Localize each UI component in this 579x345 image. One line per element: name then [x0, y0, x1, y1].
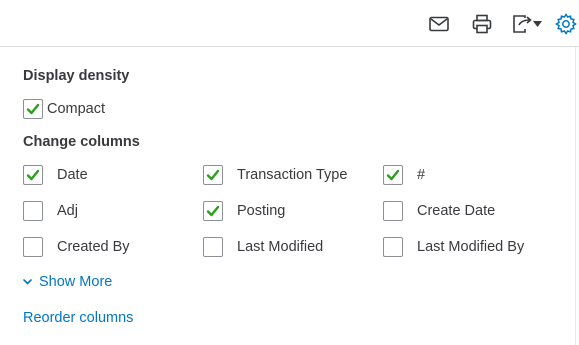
show-more-label: Show More — [39, 274, 113, 290]
column-option-created-by[interactable]: Created By — [23, 235, 130, 259]
show-more-link[interactable]: Show More — [23, 274, 112, 290]
compact-label: Compact — [47, 101, 106, 117]
date-checkbox[interactable] — [23, 165, 43, 185]
created-by-checkbox[interactable] — [23, 237, 43, 257]
create-date-label: Create Date — [417, 203, 496, 219]
last-modified-label: Last Modified — [237, 239, 324, 255]
last-modified-by-label: Last Modified By — [417, 239, 525, 255]
column-option-posting[interactable]: Posting — [203, 199, 285, 223]
compact-option[interactable]: Compact — [23, 97, 105, 121]
chevron-down-icon[interactable] — [531, 13, 543, 35]
created-by-label: Created By — [57, 239, 130, 255]
column-option-last-modified[interactable]: Last Modified — [203, 235, 323, 259]
print-icon[interactable] — [471, 13, 493, 35]
reorder-columns-link[interactable]: Reorder columns — [23, 310, 133, 326]
date-label: Date — [57, 167, 88, 183]
column-option-adj[interactable]: Adj — [23, 199, 78, 223]
last-modified-by-checkbox[interactable] — [383, 237, 403, 257]
settings-panel: Display density Compact Change columns D… — [0, 47, 576, 345]
number-checkbox[interactable] — [383, 165, 403, 185]
posting-label: Posting — [237, 203, 286, 219]
transaction-type-label: Transaction Type — [237, 167, 348, 183]
settings-gear-icon[interactable] — [555, 13, 577, 35]
create-date-checkbox[interactable] — [383, 201, 403, 221]
column-option-transaction-type[interactable]: Transaction Type — [203, 163, 347, 187]
toolbar — [0, 0, 579, 47]
column-option-last-modified-by[interactable]: Last Modified By — [383, 235, 524, 259]
email-icon[interactable] — [428, 13, 450, 35]
column-option-date[interactable]: Date — [23, 163, 88, 187]
posting-checkbox[interactable] — [203, 201, 223, 221]
change-columns-title: Change columns — [23, 134, 140, 150]
adj-checkbox[interactable] — [23, 201, 43, 221]
column-option-create-date[interactable]: Create Date — [383, 199, 495, 223]
reorder-columns-label: Reorder columns — [23, 310, 134, 326]
transaction-type-checkbox[interactable] — [203, 165, 223, 185]
column-option-number[interactable]: # — [383, 163, 425, 187]
last-modified-checkbox[interactable] — [203, 237, 223, 257]
compact-checkbox[interactable] — [23, 99, 43, 119]
display-density-title: Display density — [23, 68, 130, 84]
chevron-down-icon — [23, 279, 32, 285]
adj-label: Adj — [57, 203, 78, 219]
number-label: # — [417, 167, 426, 183]
